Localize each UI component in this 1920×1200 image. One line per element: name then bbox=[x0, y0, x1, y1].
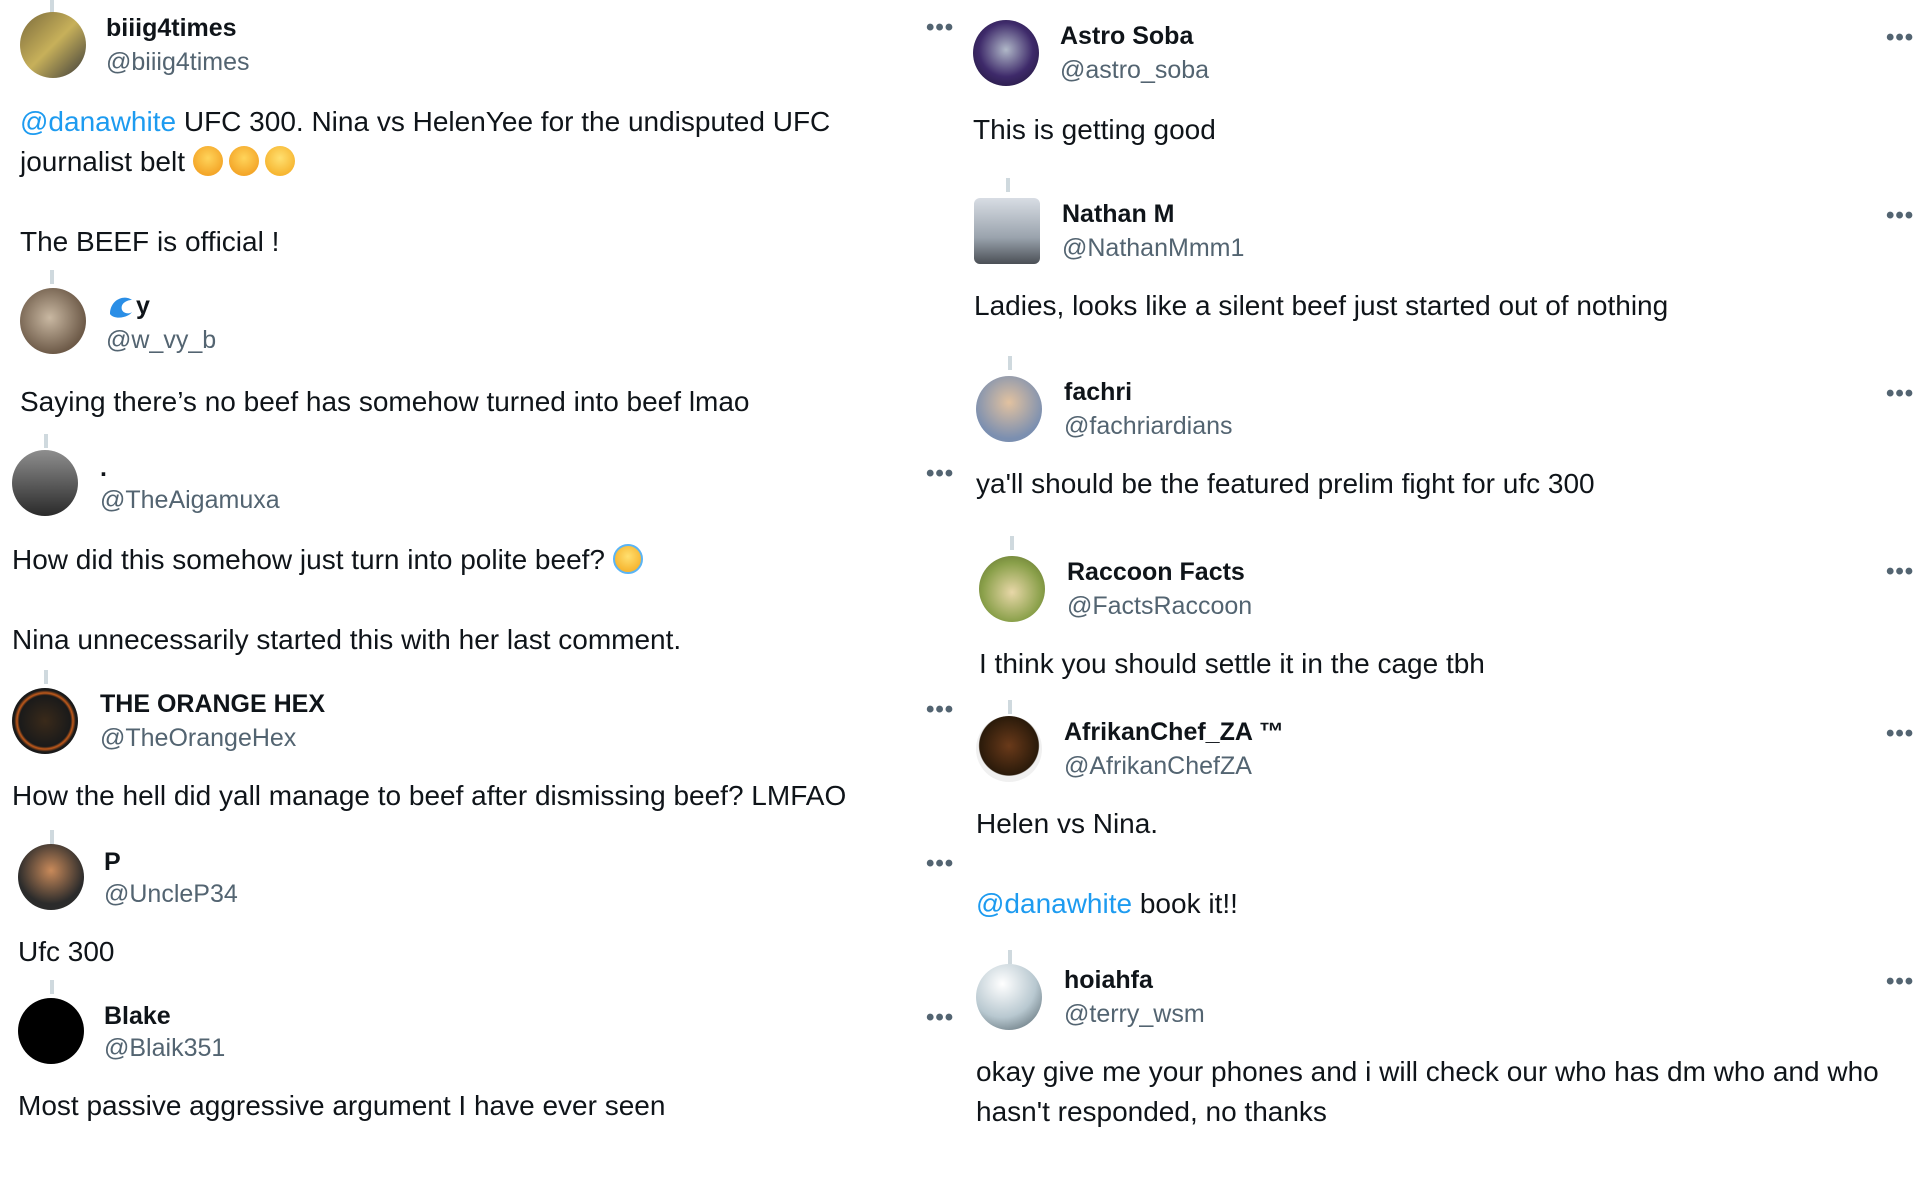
reply-card[interactable]: Blake @Blaik351 ••• Most passive aggress… bbox=[0, 980, 960, 1160]
reply-card[interactable]: AfrikanChef_ZA ™ @AfrikanChefZA ••• Hele… bbox=[960, 700, 1920, 950]
reply-text: okay give me your phones and i will chec… bbox=[976, 1056, 1879, 1127]
avatar[interactable] bbox=[20, 12, 86, 78]
reply-text: This is getting good bbox=[973, 114, 1216, 145]
user-handle[interactable]: @fachriardians bbox=[1064, 412, 1233, 441]
reply-card[interactable]: fachri @fachriardians ••• ya'll should b… bbox=[960, 350, 1920, 530]
thread-connector bbox=[1006, 178, 1010, 192]
reply-card[interactable]: Raccoon Facts @FactsRaccoon ••• I think … bbox=[960, 530, 1920, 700]
more-options-button[interactable]: ••• bbox=[926, 460, 954, 488]
more-options-button[interactable]: ••• bbox=[1886, 380, 1914, 408]
display-name[interactable]: hoiahfa bbox=[1064, 966, 1153, 995]
mention-link[interactable]: @danawhite bbox=[976, 888, 1132, 919]
reply-card[interactable]: THE ORANGE HEX @TheOrangeHex ••• How the… bbox=[0, 670, 960, 830]
more-options-button[interactable]: ••• bbox=[926, 696, 954, 724]
angry-face-emoji-icon bbox=[192, 146, 223, 176]
right-reply-column: Astro Soba @astro_soba ••• This is getti… bbox=[960, 0, 1920, 1200]
display-name[interactable]: Raccoon Facts bbox=[1067, 558, 1245, 587]
more-options-button[interactable]: ••• bbox=[926, 14, 954, 42]
thread-connector bbox=[1008, 950, 1012, 964]
reply-text: Saying there’s no beef has somehow turne… bbox=[20, 386, 750, 417]
avatar[interactable] bbox=[979, 556, 1045, 622]
more-options-button[interactable]: ••• bbox=[926, 850, 954, 878]
reply-card[interactable]: y @w_vy_b Saying there’s no beef has som… bbox=[0, 270, 960, 430]
user-handle[interactable]: @FactsRaccoon bbox=[1067, 592, 1252, 621]
reply-card[interactable]: biiig4times @biiig4times ••• @danawhite … bbox=[0, 0, 960, 270]
thread-connector bbox=[50, 830, 54, 844]
display-name[interactable]: AfrikanChef_ZA ™ bbox=[1064, 718, 1284, 747]
mention-link[interactable]: @danawhite bbox=[20, 106, 176, 137]
more-options-button[interactable]: ••• bbox=[1886, 24, 1914, 52]
avatar[interactable] bbox=[18, 998, 84, 1064]
avatar[interactable] bbox=[12, 450, 78, 516]
reply-card[interactable]: hoiahfa @terry_wsm ••• okay give me your… bbox=[960, 950, 1920, 1150]
user-handle[interactable]: @terry_wsm bbox=[1064, 1000, 1205, 1029]
reply-text: Ladies, looks like a silent beef just st… bbox=[974, 290, 1669, 321]
reply-text: Helen vs Nina. @danawhite book it!! bbox=[976, 808, 1238, 919]
reply-text: I think you should settle it in the cage… bbox=[979, 648, 1485, 679]
reply-text: How did this somehow just turn into poli… bbox=[12, 544, 682, 655]
thread-connector bbox=[44, 670, 48, 684]
reply-card[interactable]: Astro Soba @astro_soba ••• This is getti… bbox=[960, 0, 1920, 170]
angry-face-emoji-icon bbox=[228, 146, 259, 176]
avatar[interactable] bbox=[18, 844, 84, 910]
display-name[interactable]: biiig4times bbox=[106, 14, 237, 43]
thread-connector bbox=[50, 270, 54, 284]
more-options-button[interactable]: ••• bbox=[1886, 202, 1914, 230]
thread-connector bbox=[50, 980, 54, 994]
thread-connector bbox=[1010, 536, 1014, 550]
avatar[interactable] bbox=[20, 288, 86, 354]
avatar[interactable] bbox=[976, 716, 1042, 782]
user-handle[interactable]: @AfrikanChefZA bbox=[1064, 752, 1252, 781]
avatar[interactable] bbox=[12, 688, 78, 754]
avatar[interactable] bbox=[976, 376, 1042, 442]
user-handle[interactable]: @TheOrangeHex bbox=[100, 724, 296, 753]
display-name[interactable]: . bbox=[100, 454, 107, 483]
display-name[interactable]: Blake bbox=[104, 1002, 171, 1031]
user-handle[interactable]: @Blaik351 bbox=[104, 1034, 225, 1063]
reply-text: @danawhite UFC 300. Nina vs HelenYee for… bbox=[20, 106, 831, 257]
display-name[interactable]: y bbox=[106, 292, 150, 321]
crying-face-emoji-icon bbox=[612, 544, 643, 574]
user-handle[interactable]: @NathanMmm1 bbox=[1062, 234, 1244, 263]
user-handle[interactable]: @biiig4times bbox=[106, 48, 249, 77]
display-name[interactable]: THE ORANGE HEX bbox=[100, 690, 325, 719]
display-name[interactable]: Nathan M bbox=[1062, 200, 1175, 229]
user-handle[interactable]: @TheAigamuxa bbox=[100, 486, 280, 515]
display-name[interactable]: Astro Soba bbox=[1060, 22, 1193, 51]
reply-text: Ufc 300 bbox=[18, 936, 115, 967]
reply-text: Most passive aggressive argument I have … bbox=[18, 1090, 666, 1121]
avatar[interactable] bbox=[976, 964, 1042, 1030]
avatar[interactable] bbox=[974, 198, 1040, 264]
user-handle[interactable]: @astro_soba bbox=[1060, 56, 1209, 85]
more-options-button[interactable]: ••• bbox=[926, 1004, 954, 1032]
reply-card[interactable]: . @TheAigamuxa ••• How did this somehow … bbox=[0, 430, 960, 670]
thread-connector bbox=[1008, 356, 1012, 370]
water-wave-icon bbox=[110, 297, 132, 318]
display-name[interactable]: P bbox=[104, 848, 121, 877]
reply-card[interactable]: P @UncleP34 ••• Ufc 300 bbox=[0, 830, 960, 980]
thread-connector bbox=[1008, 700, 1012, 714]
more-options-button[interactable]: ••• bbox=[1886, 720, 1914, 748]
display-name[interactable]: fachri bbox=[1064, 378, 1132, 407]
user-handle[interactable]: @w_vy_b bbox=[106, 326, 216, 355]
reply-text: ya'll should be the featured prelim figh… bbox=[976, 468, 1595, 499]
more-options-button[interactable]: ••• bbox=[1886, 558, 1914, 586]
reply-text: How the hell did yall manage to beef aft… bbox=[12, 780, 847, 811]
reply-card[interactable]: Nathan M @NathanMmm1 ••• Ladies, looks l… bbox=[960, 170, 1920, 350]
left-reply-column: biiig4times @biiig4times ••• @danawhite … bbox=[0, 0, 960, 1200]
avatar[interactable] bbox=[973, 20, 1039, 86]
user-handle[interactable]: @UncleP34 bbox=[104, 880, 238, 909]
tears-of-joy-emoji-icon bbox=[264, 146, 295, 176]
more-options-button[interactable]: ••• bbox=[1886, 968, 1914, 996]
thread-connector bbox=[44, 434, 48, 448]
